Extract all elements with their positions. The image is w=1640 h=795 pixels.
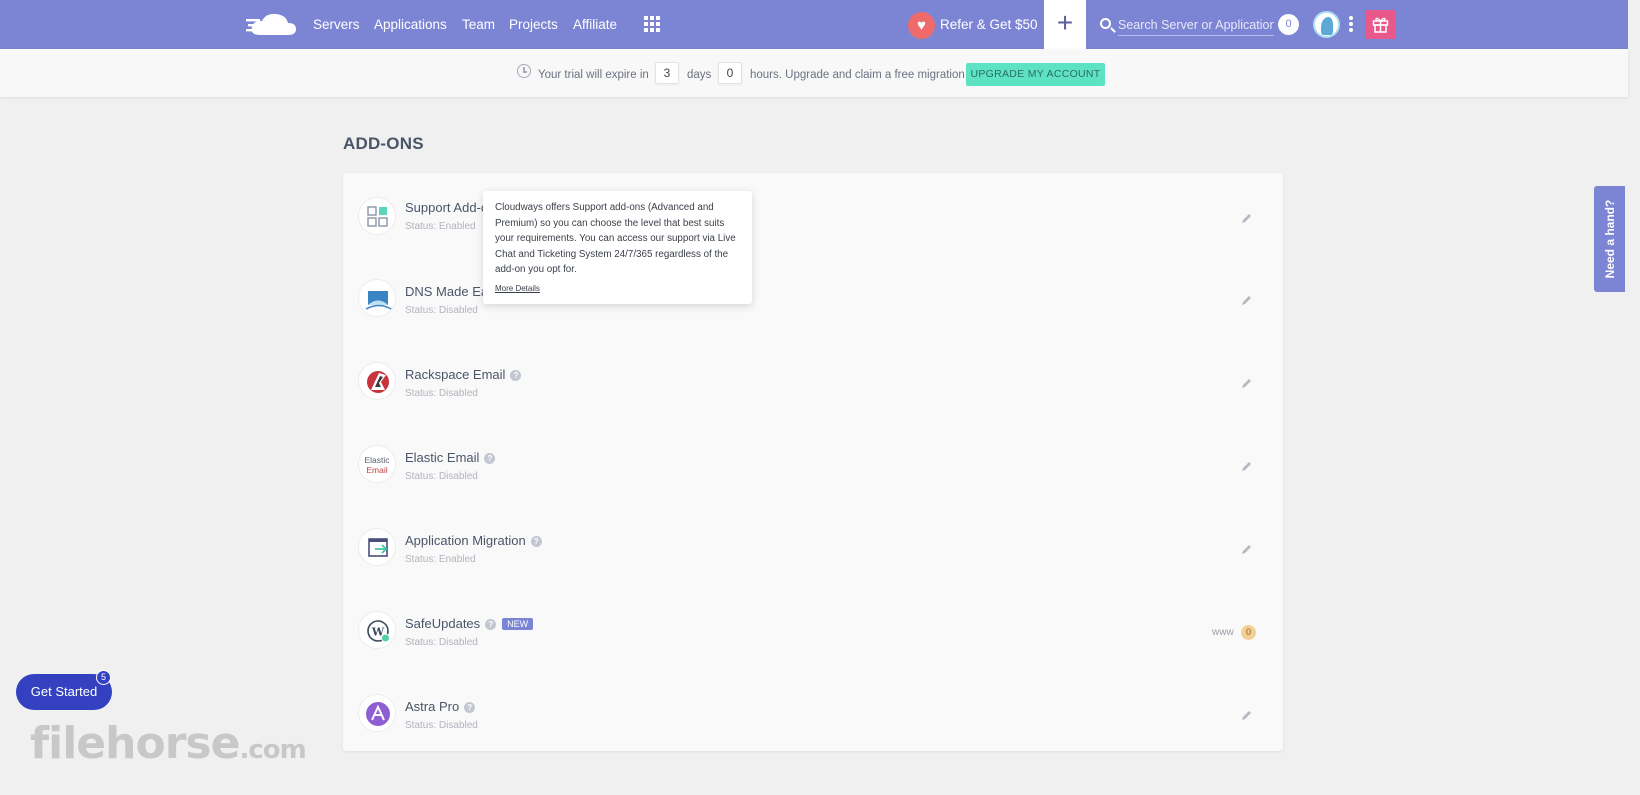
addon-name: Rackspace Email? — [405, 367, 522, 382]
edit-icon[interactable] — [1241, 460, 1253, 472]
nav-projects[interactable]: Projects — [509, 17, 558, 32]
rackspace-icon — [358, 362, 396, 400]
refer-link[interactable]: Refer & Get $50 — [940, 17, 1038, 32]
trial-days-value: 3 — [655, 62, 679, 84]
top-nav: Servers Applications Team Projects Affil… — [0, 0, 1628, 49]
addon-safeupdates[interactable]: W SafeUpdates? NEW Status: Disabled www 0 — [343, 601, 1283, 661]
new-badge: NEW — [502, 618, 534, 630]
clock-icon — [517, 64, 531, 78]
more-options-icon[interactable] — [1349, 16, 1353, 32]
edit-icon[interactable] — [1241, 709, 1253, 721]
edit-icon[interactable] — [1241, 294, 1253, 306]
trial-banner: Your trial will expire in 3 days 0 hours… — [0, 49, 1628, 97]
nav-affiliate[interactable]: Affiliate — [573, 17, 617, 32]
addon-status: Status: Disabled — [405, 305, 478, 316]
help-icon[interactable]: ? — [464, 702, 476, 713]
addon-status: Status: Disabled — [405, 637, 478, 648]
trial-days-label: days — [687, 69, 712, 81]
addon-elastic-email[interactable]: Elastic Email Elastic Email? Status: Disa… — [343, 435, 1283, 495]
migration-icon — [358, 528, 396, 566]
need-a-hand-label: Need a hand? — [1602, 199, 1617, 279]
search-input[interactable] — [1118, 14, 1274, 36]
support-addons-tooltip: Cloudways offers Support add-ons (Advanc… — [483, 191, 752, 304]
addon-name: Application Migration? — [405, 533, 542, 548]
help-icon[interactable]: ? — [485, 619, 497, 630]
upgrade-account-button[interactable]: UPGRADE MY ACCOUNT — [966, 63, 1105, 86]
elastic-email-icon: Elastic Email — [358, 445, 396, 483]
addon-status: Status: Disabled — [405, 388, 478, 399]
addon-name: Elastic Email? — [405, 450, 496, 465]
heart-icon[interactable]: ♥ — [908, 12, 935, 39]
nav-servers[interactable]: Servers — [313, 17, 360, 32]
addon-status: Status: Disabled — [405, 720, 478, 731]
addon-status: Status: Enabled — [405, 221, 476, 232]
search-icon — [1100, 18, 1111, 29]
avatar[interactable] — [1313, 11, 1340, 38]
help-icon[interactable]: ? — [484, 453, 496, 464]
addon-rackspace-email[interactable]: Rackspace Email? Status: Disabled — [343, 352, 1283, 412]
trial-suffix: hours. Upgrade and claim a free migratio… — [750, 69, 965, 81]
wordpress-icon: W — [358, 611, 396, 649]
more-details-link[interactable]: More Details — [495, 284, 540, 293]
trial-prefix: Your trial will expire in — [538, 69, 649, 81]
astra-icon — [358, 694, 396, 732]
get-started-count-badge: 5 — [96, 670, 111, 685]
trial-hours-value: 0 — [718, 62, 742, 84]
apps-grid-icon[interactable] — [644, 16, 660, 32]
edit-icon[interactable] — [1241, 543, 1253, 555]
support-grid-icon — [358, 197, 396, 235]
addon-status: Status: Disabled — [405, 471, 478, 482]
edit-icon[interactable] — [1241, 212, 1253, 224]
gift-button[interactable] — [1365, 10, 1396, 39]
www-label: www — [1212, 627, 1234, 638]
nav-team[interactable]: Team — [462, 17, 495, 32]
www-count-badge[interactable]: 0 — [1241, 625, 1256, 640]
dns-icon — [358, 279, 396, 317]
edit-icon[interactable] — [1241, 377, 1253, 389]
cloudways-logo-icon[interactable] — [246, 11, 298, 39]
nav-applications[interactable]: Applications — [374, 17, 447, 32]
addon-name: Astra Pro? — [405, 699, 476, 714]
gift-icon — [1372, 17, 1389, 33]
help-icon[interactable]: ? — [510, 370, 522, 381]
need-a-hand-tab[interactable]: Need a hand? — [1594, 186, 1625, 292]
addon-status: Status: Enabled — [405, 554, 476, 565]
add-button[interactable]: + — [1044, 0, 1086, 49]
notification-count-badge[interactable]: 0 — [1278, 14, 1299, 35]
addon-application-migration[interactable]: Application Migration? Status: Enabled — [343, 518, 1283, 578]
addon-astra-pro[interactable]: Astra Pro? Status: Disabled — [343, 684, 1283, 744]
filehorse-watermark: filehorse.com — [30, 718, 307, 769]
help-icon[interactable]: ? — [530, 536, 542, 547]
addon-name: SafeUpdates? NEW — [405, 616, 534, 631]
tooltip-text: Cloudways offers Support add-ons (Advanc… — [495, 202, 736, 275]
page-title: ADD-ONS — [343, 134, 424, 153]
